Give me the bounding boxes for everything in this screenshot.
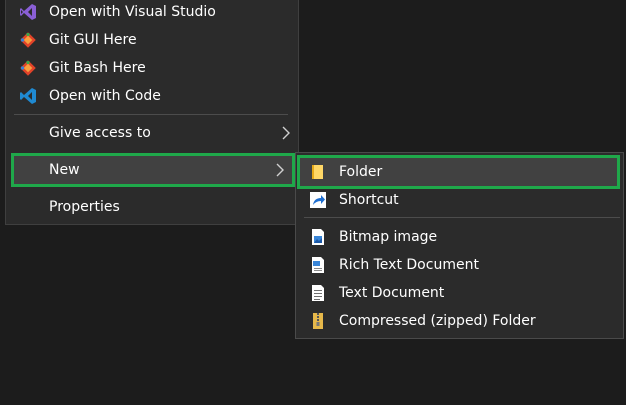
- folder-icon: [308, 162, 328, 182]
- menu-item-label: Git GUI Here: [49, 32, 137, 48]
- git-icon: [18, 30, 38, 50]
- submenu-item-rich-text-document[interactable]: Rich Text Document: [300, 251, 620, 279]
- zip-folder-icon: [308, 311, 328, 331]
- bitmap-image-icon: [308, 227, 328, 247]
- menu-item-properties[interactable]: Properties: [14, 193, 298, 221]
- submenu-item-label: Bitmap image: [339, 229, 438, 245]
- submenu-item-label: Folder: [339, 164, 383, 180]
- menu-item-give-access-to[interactable]: Give access to: [14, 119, 298, 147]
- submenu-item-bitmap-image[interactable]: Bitmap image: [300, 223, 620, 251]
- submenu-item-compressed-zipped-folder[interactable]: Compressed (zipped) Folder: [300, 307, 620, 335]
- rich-text-document-icon: [308, 255, 328, 275]
- menu-separator: [304, 217, 620, 218]
- submenu-item-label: Compressed (zipped) Folder: [339, 313, 536, 329]
- submenu-item-label: Rich Text Document: [339, 257, 479, 273]
- menu-item-label: New: [49, 162, 80, 178]
- menu-item-open-with-visual-studio[interactable]: Open with Visual Studio: [14, 0, 298, 26]
- git-icon: [18, 58, 38, 78]
- menu-item-git-bash-here[interactable]: Git Bash Here: [14, 54, 298, 82]
- chevron-right-icon: [274, 162, 286, 178]
- submenu-item-label: Text Document: [339, 285, 445, 301]
- submenu-item-shortcut[interactable]: Shortcut: [300, 186, 620, 214]
- visual-studio-icon: [18, 2, 38, 22]
- menu-item-label: Git Bash Here: [49, 60, 146, 76]
- menu-item-label: Open with Visual Studio: [49, 4, 216, 20]
- menu-item-label: Open with Code: [49, 88, 161, 104]
- menu-item-git-gui-here[interactable]: Git GUI Here: [14, 26, 298, 54]
- submenu-item-folder[interactable]: Folder: [297, 155, 620, 189]
- submenu-item-label: Shortcut: [339, 192, 399, 208]
- chevron-right-icon: [280, 125, 292, 141]
- text-document-icon: [308, 283, 328, 303]
- shortcut-icon: [308, 190, 328, 210]
- vscode-icon: [18, 86, 38, 106]
- menu-item-new[interactable]: New: [11, 153, 295, 187]
- menu-item-label: Properties: [49, 199, 120, 215]
- menu-item-open-with-code[interactable]: Open with Code: [14, 82, 298, 110]
- menu-item-label: Give access to: [49, 125, 151, 141]
- submenu-item-text-document[interactable]: Text Document: [300, 279, 620, 307]
- new-submenu: Folder Shortcut Bitmap image Rich Text D…: [295, 152, 624, 339]
- menu-separator: [14, 114, 288, 115]
- context-menu: Open with Visual Studio Git GUI Here Git…: [5, 0, 299, 225]
